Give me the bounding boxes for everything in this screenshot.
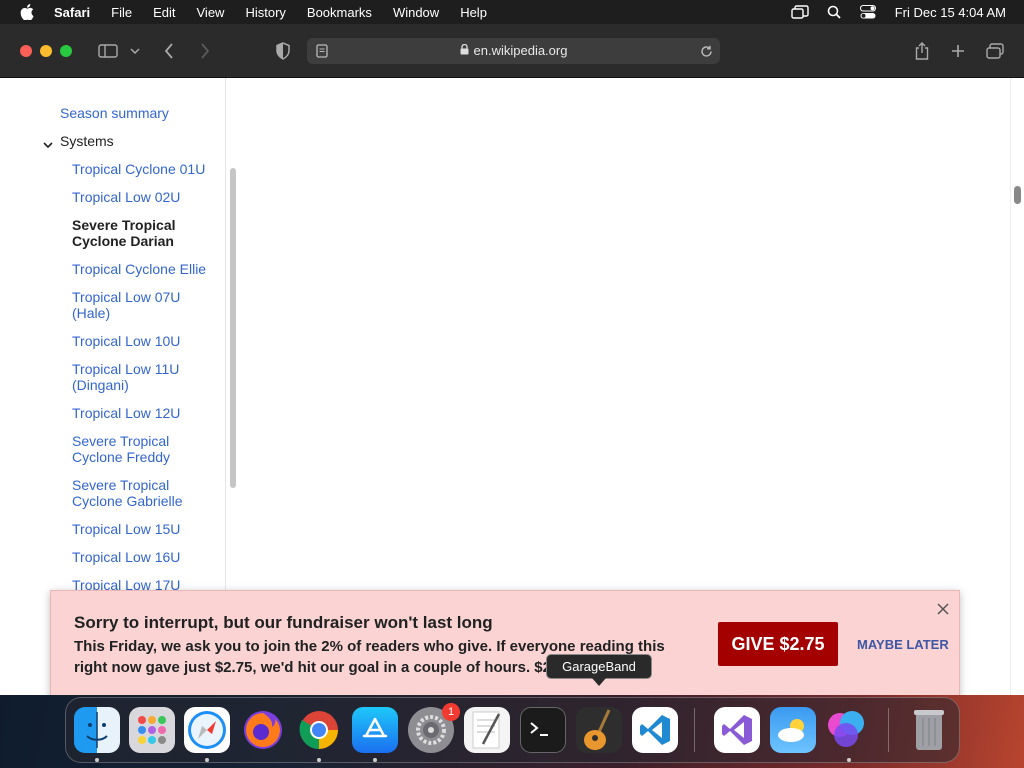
toc-link-line: (Dingani)	[72, 377, 129, 393]
window-zoom-button[interactable]	[60, 45, 72, 57]
sidebar-toggle-icon[interactable]	[96, 40, 120, 62]
chevron-down-icon[interactable]	[42, 139, 54, 151]
safari-window: en.wikipedia.org Season summary Systems …	[0, 24, 1024, 695]
reload-icon[interactable]	[698, 43, 714, 59]
toc-link-line: Cyclone Freddy	[72, 449, 171, 465]
url-display[interactable]: en.wikipedia.org	[307, 43, 720, 58]
toc-link[interactable]: Tropical Low 02U	[72, 189, 180, 205]
toc-link[interactable]: Severe Tropical Cyclone Darian	[72, 217, 176, 249]
lock-icon	[460, 43, 469, 58]
toc-link-line: Tropical Low 10U	[72, 333, 181, 349]
menu-help[interactable]: Help	[460, 5, 487, 20]
page-content: Season summary Systems Tropical Cyclone …	[0, 78, 1024, 695]
new-tab-plus-icon[interactable]	[948, 40, 968, 62]
tab-overview-icon[interactable]	[985, 40, 1005, 62]
toc-link-line: Tropical Low 11U	[72, 361, 180, 377]
dock-separator	[694, 708, 695, 752]
banner-title: Sorry to interrupt, but our fundraiser w…	[74, 613, 493, 632]
running-indicator	[205, 758, 209, 762]
menu-file[interactable]: File	[111, 5, 132, 20]
give-button[interactable]: GIVE $2.75	[718, 622, 838, 666]
window-close-button[interactable]	[20, 45, 32, 57]
apple-menu-icon[interactable]	[18, 4, 36, 20]
tooltip-arrow	[592, 678, 606, 686]
toc-link[interactable]: Tropical Low 07U (Hale)	[72, 289, 180, 321]
toc-link-line: Cyclone Darian	[72, 233, 174, 249]
dock-separator	[888, 708, 889, 752]
toc-systems-heading[interactable]: Systems	[60, 133, 114, 149]
address-bar[interactable]: en.wikipedia.org	[307, 38, 720, 64]
firefox-icon[interactable]	[240, 707, 286, 753]
app-store-icon[interactable]	[352, 707, 398, 753]
running-indicator	[847, 758, 851, 762]
fundraiser-banner: Sorry to interrupt, but our fundraiser w…	[50, 590, 960, 695]
toc-season-summary[interactable]: Season summary	[60, 105, 169, 121]
notification-badge: 1	[442, 703, 460, 721]
menu-window[interactable]: Window	[393, 5, 439, 20]
visual-studio-icon[interactable]	[714, 707, 760, 753]
toc-link[interactable]: Tropical Low 15U	[72, 521, 180, 537]
creative-cloud-icon[interactable]	[824, 707, 870, 753]
menu-app-name[interactable]: Safari	[54, 5, 90, 20]
toc-link-line: Tropical Low 15U	[72, 521, 181, 537]
toc-link[interactable]: Tropical Low 10U	[72, 333, 180, 349]
menu-history[interactable]: History	[245, 5, 285, 20]
toc-link[interactable]: Tropical Low 16U	[72, 549, 180, 565]
page-scrollbar-thumb[interactable]	[1014, 186, 1021, 204]
toc-link[interactable]: Tropical Low 11U (Dingani)	[72, 361, 179, 393]
dock-tooltip: GarageBand	[546, 654, 652, 679]
toc-link[interactable]: Severe Tropical Cyclone Freddy	[72, 433, 170, 465]
close-icon[interactable]	[935, 601, 951, 617]
chrome-icon[interactable]	[296, 707, 342, 753]
toc-link-line: Tropical Cyclone 01U	[72, 161, 206, 177]
toc-link[interactable]: Tropical Low 12U	[72, 405, 180, 421]
finder-icon[interactable]	[74, 707, 120, 753]
control-center-icon[interactable]	[857, 3, 879, 21]
url-text: en.wikipedia.org	[473, 43, 568, 58]
toc-link-line: Tropical Low 12U	[72, 405, 181, 421]
running-indicator	[373, 758, 377, 762]
running-indicator	[95, 758, 99, 762]
toc-link-line: Cyclone Gabrielle	[72, 493, 183, 509]
toc-link-line: (Hale)	[72, 305, 111, 321]
menu-bookmarks[interactable]: Bookmarks	[307, 5, 372, 20]
spotlight-search-icon[interactable]	[823, 3, 845, 21]
safari-toolbar: en.wikipedia.org	[0, 24, 1024, 78]
page-scrollbar-track[interactable]	[1010, 78, 1024, 695]
trash-icon[interactable]	[906, 707, 952, 753]
running-indicator	[317, 758, 321, 762]
toc-link[interactable]: Severe Tropical Cyclone Gabrielle	[72, 477, 183, 509]
terminal-icon[interactable]	[520, 707, 566, 753]
safari-icon[interactable]	[184, 707, 230, 753]
forward-arrow-icon[interactable]	[196, 40, 214, 62]
toc-link-line: Tropical Low 07U	[72, 289, 181, 305]
toc-link-line: Tropical Cyclone Ellie	[72, 261, 207, 277]
toc-link-line: Tropical Low 02U	[72, 189, 181, 205]
maybe-later-link[interactable]: MAYBE LATER	[857, 637, 949, 652]
menu-clock[interactable]: Fri Dec 15 4:04 AM	[895, 5, 1006, 20]
toc-link-line: Severe Tropical	[72, 217, 176, 233]
dock: 1	[65, 697, 960, 763]
menu-view[interactable]: View	[197, 5, 225, 20]
launchpad-icon[interactable]	[129, 707, 175, 753]
back-arrow-icon[interactable]	[160, 40, 178, 62]
weather-icon[interactable]	[770, 707, 816, 753]
privacy-shield-icon[interactable]	[273, 40, 293, 62]
toc-link[interactable]: Tropical Cyclone Ellie	[72, 261, 206, 277]
menu-edit[interactable]: Edit	[153, 5, 175, 20]
garageband-icon[interactable]	[576, 707, 622, 753]
share-icon[interactable]	[912, 40, 932, 62]
system-settings-icon[interactable]: 1	[408, 703, 460, 753]
textedit-icon[interactable]	[464, 707, 510, 753]
toc-link-line: Severe Tropical	[72, 433, 170, 449]
menu-bar: Safari File Edit View History Bookmarks …	[0, 0, 1024, 24]
toc-scrollbar[interactable]	[230, 168, 236, 488]
chevron-down-icon[interactable]	[129, 40, 141, 62]
screen-mirroring-icon[interactable]	[789, 3, 811, 21]
vscode-icon[interactable]	[632, 707, 678, 753]
toc-link-line: Tropical Low 16U	[72, 549, 181, 565]
window-minimize-button[interactable]	[40, 45, 52, 57]
toc-link-line: Severe Tropical	[72, 477, 170, 493]
toc-link[interactable]: Tropical Cyclone 01U	[72, 161, 205, 177]
